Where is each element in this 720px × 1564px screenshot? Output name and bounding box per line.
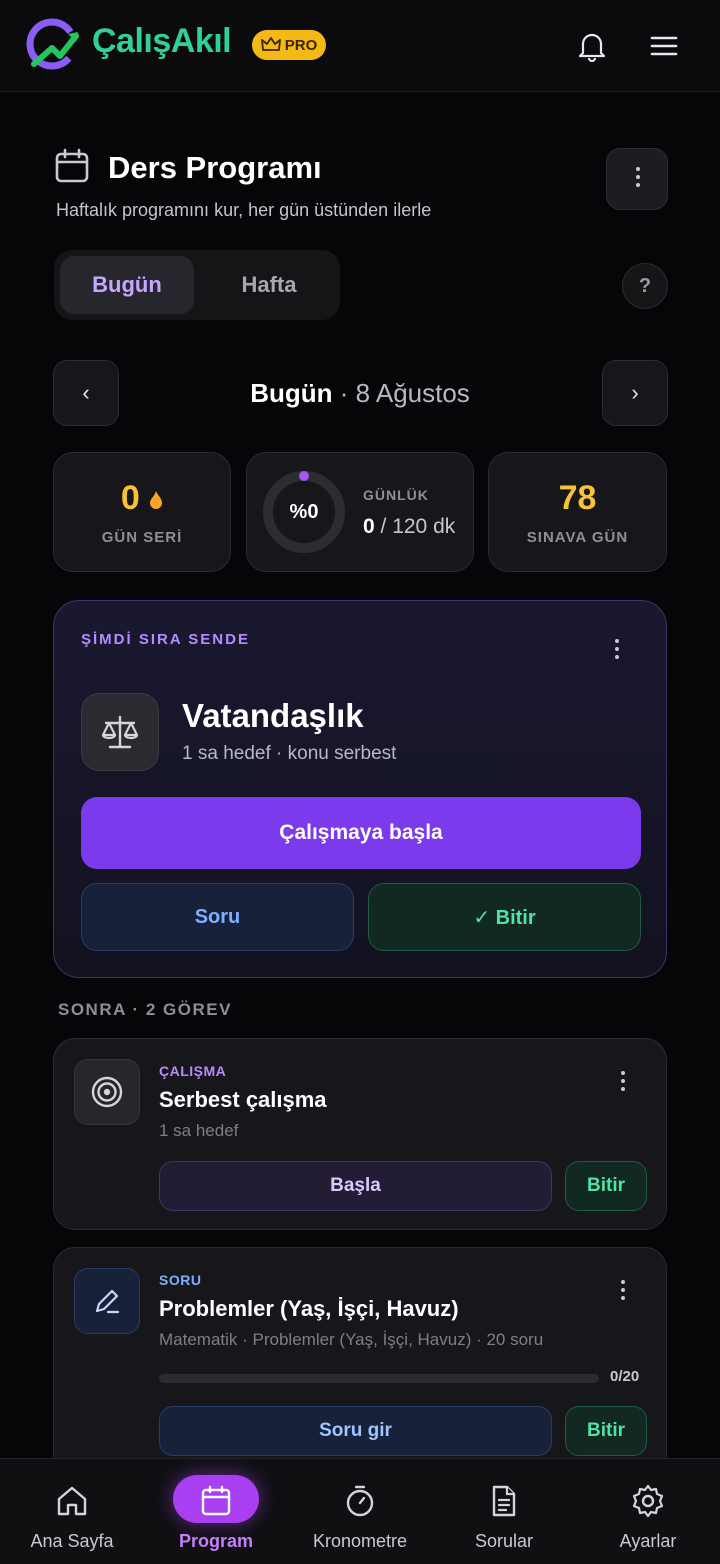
daily-target: / 120 dk [374, 515, 456, 538]
task-icon [74, 1059, 140, 1125]
calendar-icon [198, 1483, 234, 1519]
view-toggle: Bugün Hafta [54, 250, 340, 320]
document-icon [486, 1483, 522, 1519]
task-card: SORU Problemler (Yaş, İşçi, Havuz) Matem… [53, 1247, 667, 1477]
logo-icon [26, 18, 79, 70]
menu-button[interactable] [642, 24, 686, 68]
task-title: Problemler (Yaş, İşçi, Havuz) [159, 1296, 459, 1321]
date-label: Bugün · 8 Ağustos [130, 378, 590, 409]
notifications-button[interactable] [570, 24, 614, 68]
nav-settings[interactable]: Ayarlar [576, 1459, 720, 1564]
task-start-button[interactable]: Başla [159, 1161, 552, 1211]
task-subtitle: 1 sa hedef [159, 1121, 239, 1140]
current-task-tag: ŞİMDİ SIRA SENDE [81, 631, 250, 648]
exam-days-label: SINAVA GÜN [526, 529, 629, 546]
task-more-icon[interactable] [621, 1280, 625, 1300]
date-today-label: Bugün [250, 378, 333, 408]
page-title: Ders Programı [108, 150, 322, 185]
later-heading: SONRA · 2 GÖREV [58, 1000, 232, 1019]
calendar-icon [55, 148, 89, 183]
stopwatch-icon [342, 1483, 378, 1519]
streak-card: 0 GÜN SERİ [53, 452, 231, 572]
nav-stopwatch[interactable]: Kronometre [288, 1459, 432, 1564]
nav-label: Ana Sayfa [30, 1531, 114, 1551]
home-icon [54, 1483, 90, 1519]
task-more-icon[interactable] [621, 1071, 625, 1091]
nav-label: Ayarlar [619, 1531, 677, 1551]
task-finish-button[interactable]: Bitir [565, 1406, 647, 1456]
brand-name: ÇalışAkıl [92, 22, 232, 60]
task-icon [74, 1268, 140, 1334]
pro-badge: PRO [252, 30, 326, 60]
task-kind: SORU [159, 1272, 202, 1288]
daily-card: %0 GÜNLÜK 0 / 120 dk [246, 452, 474, 572]
bell-icon [578, 33, 606, 62]
enter-questions-button[interactable]: Soru gir [159, 1406, 552, 1456]
exam-countdown-card: 78 SINAVA GÜN [488, 452, 667, 572]
tab-week[interactable]: Hafta [202, 256, 336, 314]
top-bar: ÇalışAkıl PRO [0, 0, 720, 92]
task-card: ÇALIŞMA Serbest çalışma 1 sa hedef Başla… [53, 1038, 667, 1230]
nav-label: Sorular [474, 1531, 534, 1551]
pencil-icon [95, 1289, 120, 1314]
prev-day-button[interactable]: ‹ [53, 360, 119, 426]
help-button[interactable]: ? [622, 263, 668, 309]
finish-button[interactable]: ✓ Bitir [368, 883, 641, 951]
daily-percent: %0 [289, 500, 319, 523]
question-button[interactable]: Soru [81, 883, 354, 951]
exam-days-value: 78 [558, 479, 597, 517]
streak-value: 0 [120, 479, 140, 517]
streak-label: GÜN SERİ [101, 529, 183, 546]
daily-done: 0 [363, 515, 375, 538]
subject-icon [81, 693, 159, 771]
scales-icon [101, 715, 139, 749]
page-more-button[interactable] [606, 148, 668, 210]
pro-label: PRO [284, 36, 318, 54]
task-kind: ÇALIŞMA [159, 1063, 227, 1079]
crown-icon [260, 37, 281, 51]
flame-icon [150, 491, 163, 509]
task-progress-text: 0/20 [610, 1368, 640, 1385]
task-subtitle: Matematik · Problemler (Yaş, İşçi, Havuz… [159, 1330, 544, 1349]
start-study-button[interactable]: Çalışmaya başla [81, 797, 641, 869]
nav-label: Program [178, 1531, 254, 1551]
more-vertical-icon [636, 167, 640, 187]
current-subject-detail: 1 sa hedef · konu serbest [182, 743, 397, 764]
nav-label: Kronometre [312, 1531, 408, 1551]
nav-questions[interactable]: Sorular [432, 1459, 576, 1564]
daily-minutes: 0 / 120 dk [363, 515, 455, 539]
current-task-more-icon[interactable] [615, 639, 619, 659]
nav-home[interactable]: Ana Sayfa [0, 1459, 144, 1564]
bottom-nav: Ana Sayfa Program Kronometre Sorular Aya… [0, 1458, 720, 1564]
current-task-card: ŞİMDİ SIRA SENDE Vatandaşlık 1 sa hedef … [53, 600, 667, 978]
streak-value-row: 0 [54, 479, 230, 518]
task-finish-button[interactable]: Bitir [565, 1161, 647, 1211]
gear-icon [630, 1483, 666, 1519]
tab-today[interactable]: Bugün [60, 256, 194, 314]
task-title: Serbest çalışma [159, 1087, 327, 1112]
nav-program[interactable]: Program [144, 1459, 288, 1564]
task-progress-bar [159, 1374, 599, 1383]
page-subtitle: Haftalık programını kur, her gün üstünde… [56, 200, 432, 220]
daily-label: GÜNLÜK [363, 487, 429, 503]
next-day-button[interactable]: › [602, 360, 668, 426]
target-icon [91, 1076, 123, 1108]
date-value: · 8 Ağustos [332, 378, 470, 408]
hamburger-icon [650, 36, 678, 56]
current-subject-title: Vatandaşlık [182, 697, 364, 734]
